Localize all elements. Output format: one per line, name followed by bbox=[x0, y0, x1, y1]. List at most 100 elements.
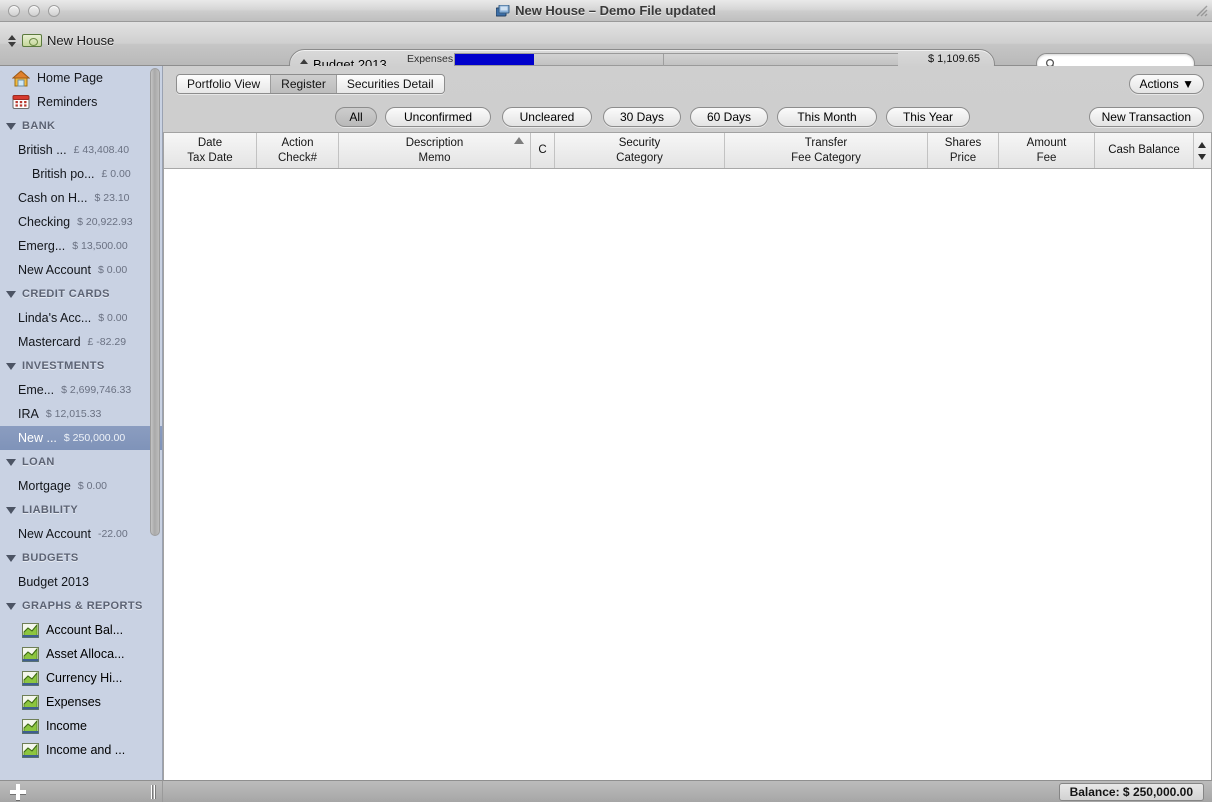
column-header-cash-balance[interactable]: Cash Balance bbox=[1095, 133, 1194, 168]
column-header-primary: Date bbox=[197, 136, 223, 149]
column-header-date[interactable]: Date Tax Date bbox=[164, 133, 257, 168]
disclosure-triangle-icon[interactable] bbox=[6, 506, 16, 514]
sidebar-group-label: CREDIT CARDS bbox=[22, 288, 110, 300]
column-header-c[interactable]: C bbox=[531, 133, 555, 168]
title-bar: New House – Demo File updated bbox=[0, 0, 1212, 22]
sidebar-account-balance: $ 12,015.33 bbox=[45, 408, 102, 420]
sidebar-group-liability[interactable]: LIABILITY bbox=[0, 498, 162, 522]
sidebar-item-reminders[interactable]: Reminders bbox=[0, 90, 162, 114]
disclosure-triangle-icon[interactable] bbox=[6, 290, 16, 298]
column-header-description[interactable]: Description Memo bbox=[339, 133, 531, 168]
sidebar-account-item[interactable]: New Account -22.00 bbox=[0, 522, 162, 546]
sidebar-report-item[interactable]: Currency Hi... bbox=[0, 666, 162, 690]
tab-securities-detail[interactable]: Securities Detail bbox=[336, 75, 444, 93]
view-tab-group[interactable]: Portfolio View Register Securities Detail bbox=[176, 74, 445, 94]
column-header-secondary: Category bbox=[616, 151, 663, 164]
actions-button[interactable]: Actions ▼ bbox=[1129, 74, 1204, 94]
filter-pill-this-year[interactable]: This Year bbox=[886, 107, 970, 127]
grip-icon[interactable] bbox=[150, 785, 157, 799]
sidebar-report-item[interactable]: Income bbox=[0, 714, 162, 738]
filter-pill-all[interactable]: All bbox=[335, 107, 377, 127]
plus-icon[interactable] bbox=[10, 784, 26, 800]
app-icon bbox=[495, 4, 510, 21]
column-header-primary: Transfer bbox=[804, 136, 848, 149]
column-header-action[interactable]: Action Check# bbox=[257, 133, 339, 168]
filter-pill-30-days[interactable]: 30 Days bbox=[603, 107, 681, 127]
sidebar-group-credit-cards[interactable]: CREDIT CARDS bbox=[0, 282, 162, 306]
header-scroll-stepper[interactable] bbox=[1194, 133, 1210, 168]
sidebar-account-balance: $ 0.00 bbox=[97, 264, 128, 276]
main-pane: Portfolio View Register Securities Detail … bbox=[163, 66, 1212, 802]
sidebar-report-label: Asset Alloca... bbox=[46, 647, 125, 661]
sidebar-report-item[interactable]: Expenses bbox=[0, 690, 162, 714]
sidebar-report-item[interactable]: Account Bal... bbox=[0, 618, 162, 642]
sidebar-group-bank[interactable]: BANK bbox=[0, 114, 162, 138]
chart-icon bbox=[22, 694, 39, 710]
sidebar-account-balance: $ 20,922.93 bbox=[77, 216, 133, 228]
sidebar-account-name: Mortgage bbox=[18, 479, 71, 493]
sidebar-account-item[interactable]: British po... £ 0.00 bbox=[0, 162, 162, 186]
sidebar-account-item[interactable]: Checking $ 20,922.93 bbox=[0, 210, 162, 234]
column-header-primary: Security bbox=[618, 136, 661, 149]
sidebar-group-budgets[interactable]: BUDGETS bbox=[0, 546, 162, 570]
sort-ascending-icon bbox=[514, 137, 524, 144]
sidebar-account-balance: $ 2,699,746.33 bbox=[61, 384, 132, 396]
sidebar-group-graphs-reports[interactable]: GRAPHS & REPORTS bbox=[0, 594, 162, 618]
sidebar-account-balance: £ -82.29 bbox=[87, 336, 127, 348]
new-transaction-button[interactable]: New Transaction bbox=[1088, 107, 1204, 127]
disclosure-triangle-icon[interactable] bbox=[6, 602, 16, 610]
sidebar-account-item[interactable]: Emerg... $ 13,500.00 bbox=[0, 234, 162, 258]
toolbar: New House Budget 2013 Expenses: Income: … bbox=[0, 22, 1212, 80]
column-header-security[interactable]: Security Category bbox=[555, 133, 725, 168]
sidebar-account-item[interactable]: British ... £ 43,408.40 bbox=[0, 138, 162, 162]
register-table: Date Tax Date Action Check# Description Memo C… bbox=[163, 132, 1212, 800]
sidebar-account-item[interactable]: Budget 2013 bbox=[0, 570, 162, 594]
sidebar: Home Page Reminders BANK British ... £ 43, bbox=[0, 66, 163, 780]
table-body[interactable] bbox=[164, 169, 1211, 800]
sidebar-account-item[interactable]: Mastercard £ -82.29 bbox=[0, 330, 162, 354]
sidebar-account-balance: £ 0.00 bbox=[101, 168, 131, 180]
tab-register[interactable]: Register bbox=[271, 75, 337, 93]
sidebar-group-investments[interactable]: INVESTMENTS bbox=[0, 354, 162, 378]
column-header-primary: Amount bbox=[1026, 136, 1067, 149]
column-header-secondary: Memo bbox=[418, 151, 451, 164]
column-header-transfer[interactable]: Transfer Fee Category bbox=[725, 133, 928, 168]
money-icon bbox=[22, 34, 42, 47]
disclosure-triangle-icon[interactable] bbox=[6, 362, 16, 370]
resize-icon[interactable] bbox=[1195, 4, 1209, 18]
disclosure-triangle-icon[interactable] bbox=[6, 122, 16, 130]
filter-pill-uncleared[interactable]: Uncleared bbox=[502, 107, 592, 127]
sidebar-account-item[interactable]: IRA $ 12,015.33 bbox=[0, 402, 162, 426]
chart-icon bbox=[22, 646, 39, 662]
sidebar-account-item[interactable]: Mortgage $ 0.00 bbox=[0, 474, 162, 498]
column-header-secondary: Fee Category bbox=[791, 151, 861, 164]
sidebar-account-name: Linda's Acc... bbox=[18, 311, 92, 325]
filter-pill-unconfirmed[interactable]: Unconfirmed bbox=[385, 107, 491, 127]
sidebar-account-item[interactable]: New Account $ 0.00 bbox=[0, 258, 162, 282]
sidebar-account-item[interactable]: New ... $ 250,000.00 bbox=[0, 426, 162, 450]
sidebar-account-name: New Account bbox=[18, 527, 91, 541]
column-header-amount[interactable]: Amount Fee bbox=[999, 133, 1095, 168]
filter-pill-this-month[interactable]: This Month bbox=[777, 107, 877, 127]
sidebar-report-item[interactable]: Asset Alloca... bbox=[0, 642, 162, 666]
sidebar-account-name: British po... bbox=[32, 167, 95, 181]
account-chooser[interactable]: New House bbox=[8, 33, 114, 48]
sidebar-account-item[interactable]: Linda's Acc... $ 0.00 bbox=[0, 306, 162, 330]
filter-pill-60-days[interactable]: 60 Days bbox=[690, 107, 768, 127]
disclosure-triangle-icon[interactable] bbox=[6, 554, 16, 562]
house-icon bbox=[11, 69, 31, 87]
sidebar-group-loan[interactable]: LOAN bbox=[0, 450, 162, 474]
disclosure-triangle-icon[interactable] bbox=[6, 458, 16, 466]
sidebar-scrollbar[interactable] bbox=[150, 68, 160, 778]
sidebar-account-item[interactable]: Eme... $ 2,699,746.33 bbox=[0, 378, 162, 402]
column-header-secondary: Tax Date bbox=[187, 151, 233, 164]
sidebar-scroll-thumb[interactable] bbox=[150, 68, 160, 536]
sidebar-report-label: Account Bal... bbox=[46, 623, 124, 637]
sidebar-item-home-page[interactable]: Home Page bbox=[0, 66, 162, 90]
sidebar-report-item[interactable]: Income and ... bbox=[0, 738, 162, 762]
tab-portfolio-view[interactable]: Portfolio View bbox=[177, 75, 272, 93]
sidebar-account-item[interactable]: Cash on H... $ 23.10 bbox=[0, 186, 162, 210]
stepper-icon[interactable] bbox=[1197, 141, 1207, 160]
column-header-shares[interactable]: Shares Price bbox=[928, 133, 999, 168]
balance-badge[interactable]: Balance: $ 250,000.00 bbox=[1058, 783, 1204, 801]
